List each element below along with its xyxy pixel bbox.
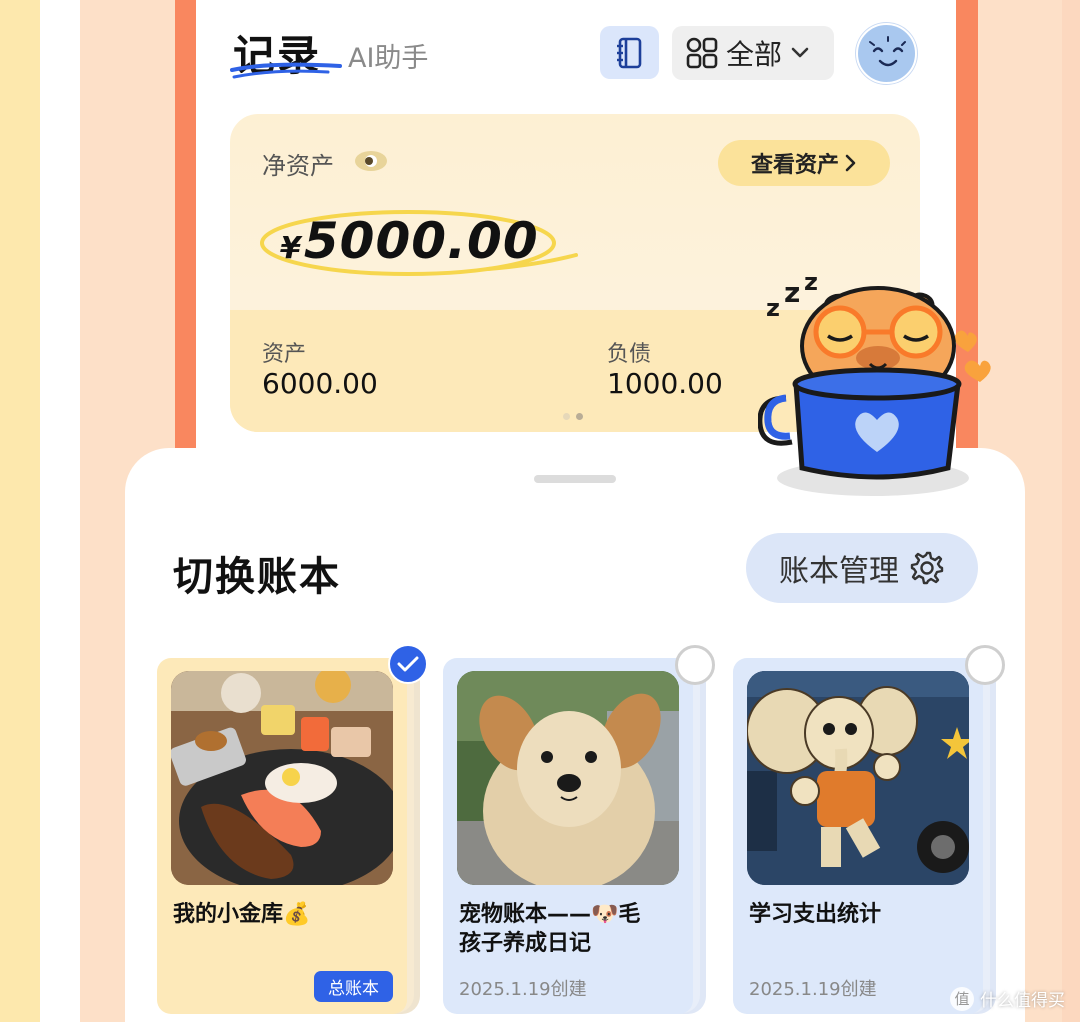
- view-assets-button[interactable]: 查看资产: [718, 140, 890, 186]
- liabilities-value: 1000.00: [607, 367, 723, 400]
- sushi-photo: [171, 671, 393, 885]
- sheet-drag-handle[interactable]: [534, 475, 616, 483]
- tab-ai-assistant[interactable]: AI助手: [348, 36, 428, 75]
- background-stripe: [0, 0, 40, 1022]
- select-radio[interactable]: [675, 645, 715, 685]
- grid-icon: [686, 37, 718, 69]
- liabilities-label: 负债: [607, 342, 652, 367]
- book-name: 我的小金库💰: [173, 902, 311, 927]
- book-cover-image: [457, 671, 679, 885]
- notebook-icon: [616, 37, 641, 68]
- book-name-line1: 宠物账本——🐶毛: [459, 902, 641, 927]
- carousel-pagination: [563, 413, 583, 420]
- sheet-title: 切换账本: [173, 554, 341, 600]
- assets-value: 6000.00: [262, 367, 378, 400]
- select-radio[interactable]: [965, 645, 1005, 685]
- manage-books-label: 账本管理: [779, 554, 899, 589]
- currency-symbol: ¥: [280, 231, 302, 266]
- book-created-date: 2025.1.19创建: [459, 979, 587, 1000]
- background-stripe: [40, 0, 80, 1022]
- book-name: 学习支出统计: [749, 902, 882, 927]
- selected-check[interactable]: [388, 644, 428, 684]
- pagination-dot-active: [576, 413, 583, 420]
- notebook-button[interactable]: [600, 26, 659, 79]
- eye-icon[interactable]: [353, 149, 389, 173]
- elephant-bus-photo: [747, 671, 969, 885]
- chevron-right-icon: [845, 154, 856, 172]
- book-cover-image: [171, 671, 393, 885]
- svg-text:z: z: [804, 272, 818, 296]
- avatar[interactable]: [856, 23, 917, 84]
- book-cover-image: [747, 671, 969, 885]
- background-stripe: [1062, 0, 1080, 1022]
- category-filter-dropdown[interactable]: 全部: [672, 26, 834, 80]
- assets-label: 资产: [262, 342, 307, 367]
- svg-text:z: z: [766, 294, 780, 322]
- book-name-line2: 孩子养成日记: [459, 931, 592, 956]
- pagination-dot: [563, 413, 570, 420]
- capybara-mug-mascot: z z z: [758, 272, 991, 496]
- view-assets-label: 查看资产: [750, 153, 839, 178]
- book-created-date: 2025.1.19创建: [749, 979, 877, 1000]
- net-asset-value: 5000.00: [303, 212, 539, 270]
- tab-active-underline: [230, 62, 342, 79]
- manage-books-button[interactable]: 账本管理: [746, 533, 978, 603]
- gear-icon: [910, 551, 944, 585]
- watermark-logo-icon: 值: [950, 986, 974, 1011]
- net-asset-label: 净资产: [262, 152, 334, 180]
- filter-label: 全部: [726, 38, 783, 71]
- svg-text:z: z: [784, 276, 800, 309]
- main-book-badge: 总账本: [314, 971, 393, 1002]
- watermark: 值 什么值得买: [950, 986, 1065, 1011]
- checkmark-icon: [397, 656, 419, 672]
- watermark-text: 什么值得买: [980, 991, 1065, 1011]
- chevron-down-icon: [791, 47, 809, 58]
- net-asset-amount: ¥5000.00: [280, 212, 539, 270]
- dog-photo: [457, 671, 679, 885]
